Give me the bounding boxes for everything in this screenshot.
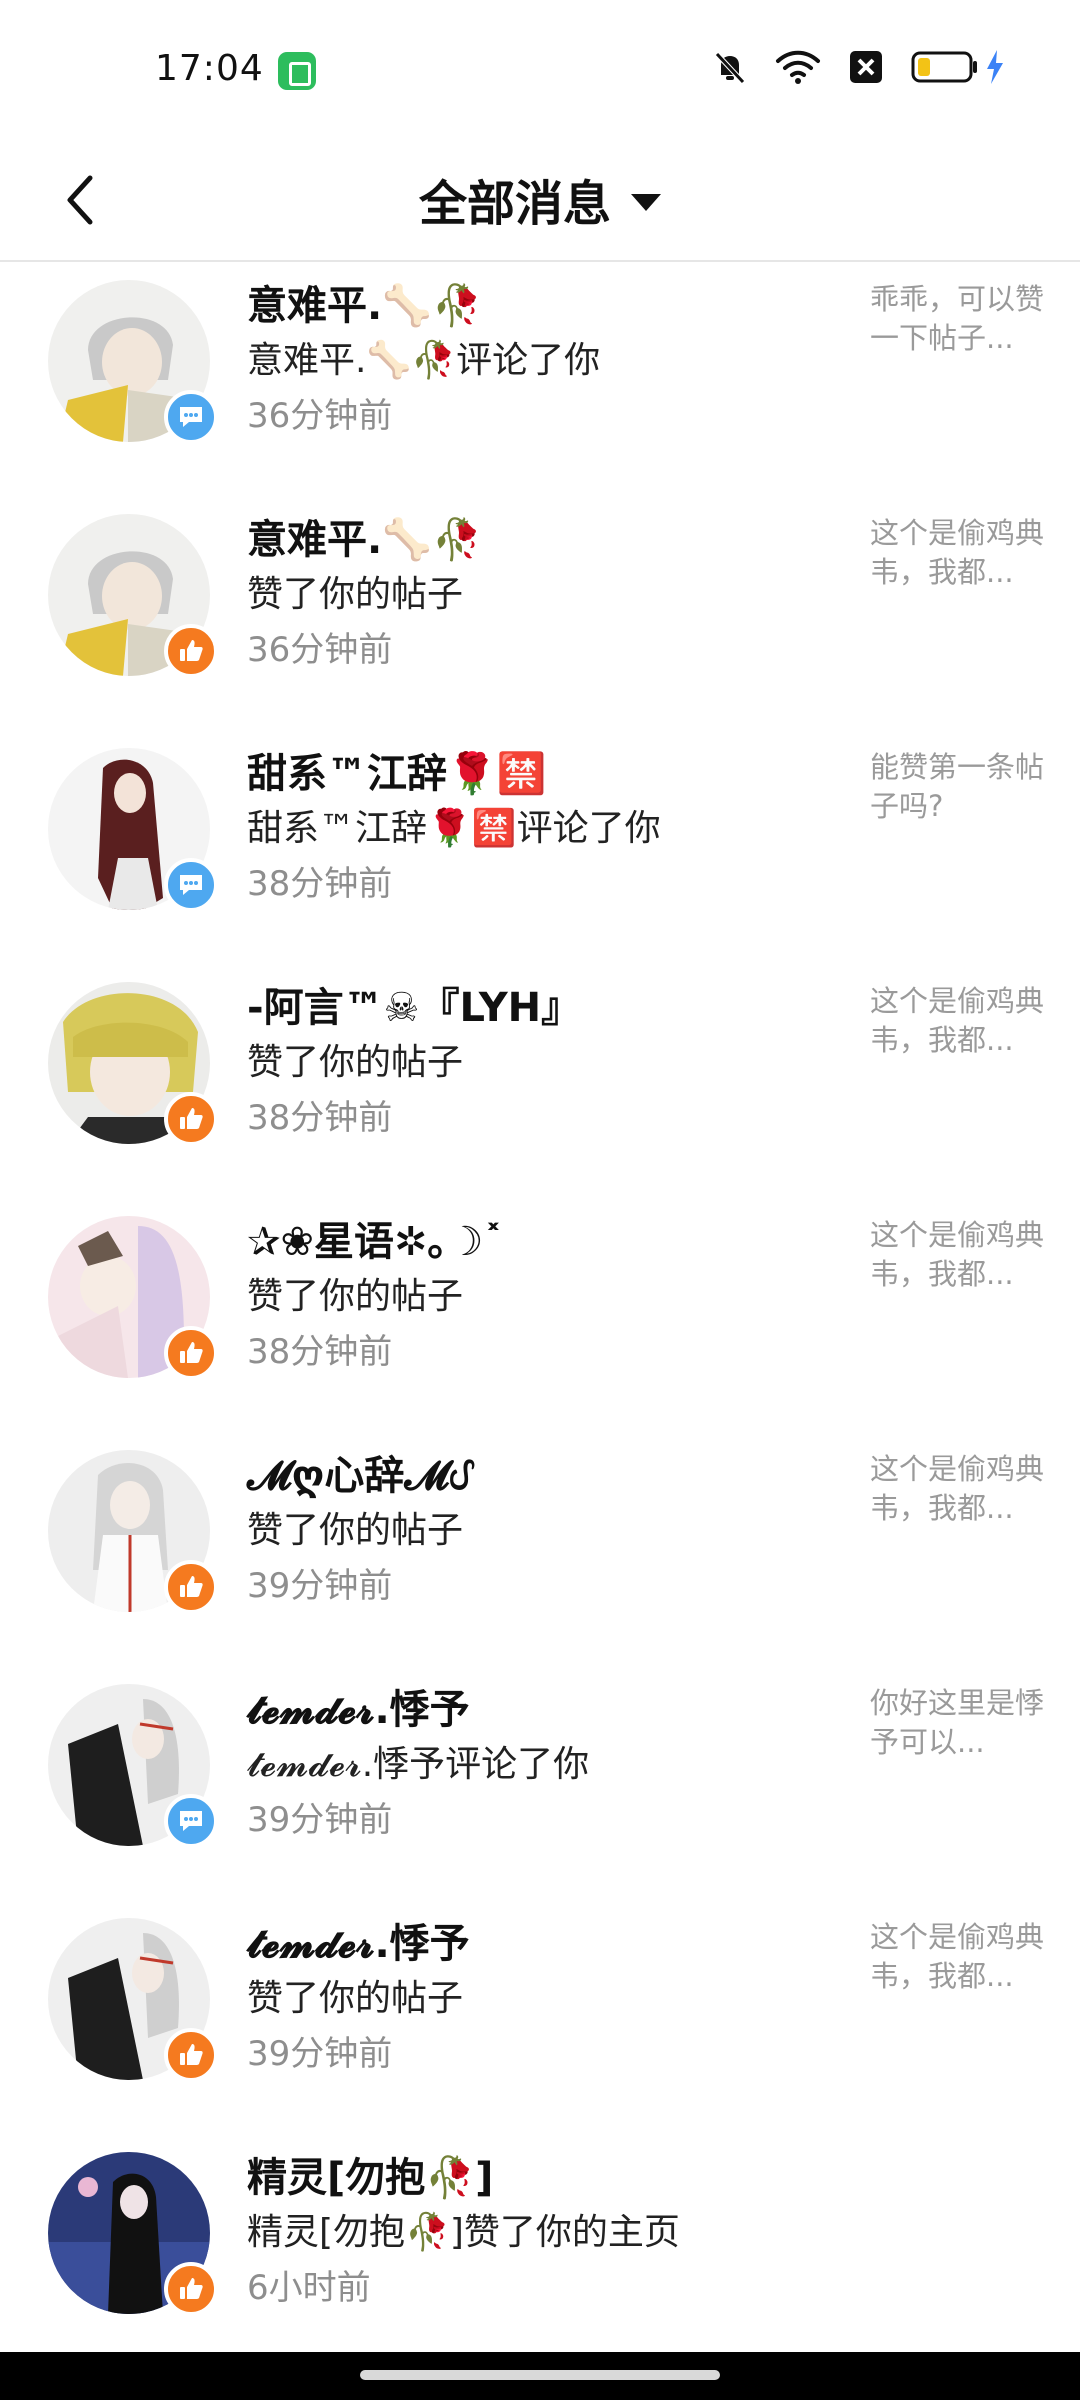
page-title: 全部消息 — [418, 176, 611, 232]
message-time: 36分钟前 — [247, 630, 393, 670]
list-item[interactable]: 意难平.🦴🥀 赞了你的帖子 36分钟前 这个是偷鸡典韦，我都... — [0, 496, 1080, 730]
message-action: 赞了你的帖子 — [247, 1978, 464, 2019]
comment-badge — [164, 858, 218, 912]
sender-name[interactable]: 精灵[勿抱🥀] — [247, 2150, 847, 2206]
status-icons — [711, 48, 1005, 86]
message-action: 𝓽𝓮𝓶𝓭𝓮𝓻.悸予评论了你 — [247, 1744, 590, 1785]
mute-icon — [715, 52, 745, 84]
avatar-wrap — [48, 280, 218, 444]
avatar-wrap — [48, 1918, 218, 2082]
message-text: -阿言™☠『LYH』 赞了你的帖子 38分钟前 — [247, 980, 847, 1146]
list-item[interactable]: 𝓜ღ心辞𝓜ᦔ 赞了你的帖子 39分钟前 这个是偷鸡典韦，我都... — [0, 1432, 1080, 1666]
list-item[interactable]: 𝓽𝓮𝓶𝓭𝓮𝓻.悸予 𝓽𝓮𝓶𝓭𝓮𝓻.悸予评论了你 39分钟前 你好这里是悸予可以.… — [0, 1666, 1080, 1900]
comment-icon — [180, 875, 202, 895]
message-text: 精灵[勿抱🥀] 精灵[勿抱🥀]赞了你的主页 6小时前 — [247, 2150, 847, 2316]
message-time: 6小时前 — [247, 2268, 371, 2308]
sim-off-icon — [850, 51, 882, 83]
like-badge — [164, 2262, 218, 2316]
triangle-down-icon — [631, 193, 661, 211]
list-item[interactable]: 甜系™江辞🌹🈲 甜系™江辞🌹🈲评论了你 38分钟前 能赞第一条帖子吗? — [0, 730, 1080, 964]
sender-name[interactable]: 𝓽𝓮𝓶𝓭𝓮𝓻.悸予 — [247, 1682, 847, 1738]
post-preview[interactable]: 这个是偷鸡典韦，我都... — [870, 1918, 1050, 1996]
post-preview[interactable]: 这个是偷鸡典韦，我都... — [870, 514, 1050, 592]
list-item[interactable]: 意难平.🦴🥀 意难平.🦴🥀评论了你 36分钟前 乖乖，可以赞一下帖子... — [0, 262, 1080, 496]
list-item[interactable]: 精灵[勿抱🥀] 精灵[勿抱🥀]赞了你的主页 6小时前 — [0, 2134, 1080, 2368]
message-action: 甜系™江辞🌹🈲评论了你 — [247, 808, 661, 849]
message-text: 意难平.🦴🥀 意难平.🦴🥀评论了你 36分钟前 — [247, 278, 847, 444]
like-badge — [164, 1326, 218, 1380]
message-time: 39分钟前 — [247, 1800, 393, 1840]
avatar-wrap — [48, 1216, 218, 1380]
message-action: 意难平.🦴🥀评论了你 — [247, 340, 601, 381]
sender-name[interactable]: ✰❀星语✲｡☽˟ — [247, 1214, 847, 1270]
thumbs-up-icon — [180, 640, 203, 661]
thumbs-up-icon — [180, 1342, 203, 1363]
avatar-wrap — [48, 982, 218, 1146]
message-text: 𝓜ღ心辞𝓜ᦔ 赞了你的帖子 39分钟前 — [247, 1448, 847, 1614]
like-badge — [164, 2028, 218, 2082]
post-preview[interactable]: 能赞第一条帖子吗? — [870, 748, 1050, 826]
like-badge — [164, 1560, 218, 1614]
avatar-wrap — [48, 1684, 218, 1848]
post-preview[interactable]: 你好这里是悸予可以... — [870, 1684, 1050, 1762]
avatar-wrap — [48, 748, 218, 912]
app-icon — [278, 52, 316, 90]
message-time: 38分钟前 — [247, 864, 393, 904]
comment-badge — [164, 1794, 218, 1848]
message-time: 39分钟前 — [247, 1566, 393, 1606]
message-text: 𝓽𝓮𝓶𝓭𝓮𝓻.悸予 赞了你的帖子 39分钟前 — [247, 1916, 847, 2082]
message-text: 意难平.🦴🥀 赞了你的帖子 36分钟前 — [247, 512, 847, 678]
avatar-wrap — [48, 514, 218, 678]
post-preview[interactable]: 这个是偷鸡典韦，我都... — [870, 1450, 1050, 1528]
like-badge — [164, 624, 218, 678]
charging-icon — [987, 50, 1003, 84]
battery-icon — [911, 51, 977, 83]
message-action: 赞了你的帖子 — [247, 1042, 464, 1083]
message-action: 赞了你的帖子 — [247, 1276, 464, 1317]
sender-name[interactable]: 甜系™江辞🌹🈲 — [247, 746, 847, 802]
message-list: 意难平.🦴🥀 意难平.🦴🥀评论了你 36分钟前 乖乖，可以赞一下帖子... 意难… — [0, 262, 1080, 2368]
sender-name[interactable]: 𝓽𝓮𝓶𝓭𝓮𝓻.悸予 — [247, 1916, 847, 1972]
thumbs-up-icon — [180, 1576, 203, 1597]
sender-name[interactable]: 𝓜ღ心辞𝓜ᦔ — [247, 1448, 847, 1504]
comment-badge — [164, 390, 218, 444]
comment-icon — [180, 1811, 202, 1831]
message-time: 39分钟前 — [247, 2034, 393, 2074]
message-text: 甜系™江辞🌹🈲 甜系™江辞🌹🈲评论了你 38分钟前 — [247, 746, 847, 912]
message-time: 36分钟前 — [247, 396, 393, 436]
wifi-icon — [776, 50, 820, 84]
thumbs-up-icon — [180, 2044, 203, 2065]
message-text: ✰❀星语✲｡☽˟ 赞了你的帖子 38分钟前 — [247, 1214, 847, 1380]
sender-name[interactable]: 意难平.🦴🥀 — [247, 512, 847, 568]
message-time: 38分钟前 — [247, 1098, 393, 1138]
sender-name[interactable]: -阿言™☠『LYH』 — [247, 980, 847, 1036]
messages-screen: 17:04 全部消息 意难平.🦴🥀 意难平.🦴🥀评论了你 36分钟前 乖乖，可以… — [0, 0, 1080, 2400]
list-item[interactable]: -阿言™☠『LYH』 赞了你的帖子 38分钟前 这个是偷鸡典韦，我都... — [0, 964, 1080, 1198]
message-action: 精灵[勿抱🥀]赞了你的主页 — [247, 2212, 680, 2253]
message-text: 𝓽𝓮𝓶𝓭𝓮𝓻.悸予 𝓽𝓮𝓶𝓭𝓮𝓻.悸予评论了你 39分钟前 — [247, 1682, 847, 1848]
message-action: 赞了你的帖子 — [247, 574, 464, 615]
list-item[interactable]: ✰❀星语✲｡☽˟ 赞了你的帖子 38分钟前 这个是偷鸡典韦，我都... — [0, 1198, 1080, 1432]
thumbs-up-icon — [180, 1108, 203, 1129]
comment-icon — [180, 407, 202, 427]
message-time: 38分钟前 — [247, 1332, 393, 1372]
home-indicator[interactable] — [360, 2370, 720, 2380]
message-action: 赞了你的帖子 — [247, 1510, 464, 1551]
thumbs-up-icon — [180, 2278, 203, 2299]
like-badge — [164, 1092, 218, 1146]
sender-name[interactable]: 意难平.🦴🥀 — [247, 278, 847, 334]
list-item[interactable]: 𝓽𝓮𝓶𝓭𝓮𝓻.悸予 赞了你的帖子 39分钟前 这个是偷鸡典韦，我都... — [0, 1900, 1080, 2134]
post-preview[interactable]: 这个是偷鸡典韦，我都... — [870, 1216, 1050, 1294]
header: 全部消息 — [0, 140, 1080, 262]
post-preview[interactable]: 乖乖，可以赞一下帖子... — [870, 280, 1050, 358]
system-nav-bar — [0, 2352, 1080, 2400]
status-bar: 17:04 — [0, 0, 1080, 140]
avatar-wrap — [48, 1450, 218, 1614]
post-preview[interactable]: 这个是偷鸡典韦，我都... — [870, 982, 1050, 1060]
avatar-wrap — [48, 2152, 218, 2316]
title-dropdown[interactable]: 全部消息 — [0, 164, 1080, 234]
status-time: 17:04 — [155, 48, 264, 89]
